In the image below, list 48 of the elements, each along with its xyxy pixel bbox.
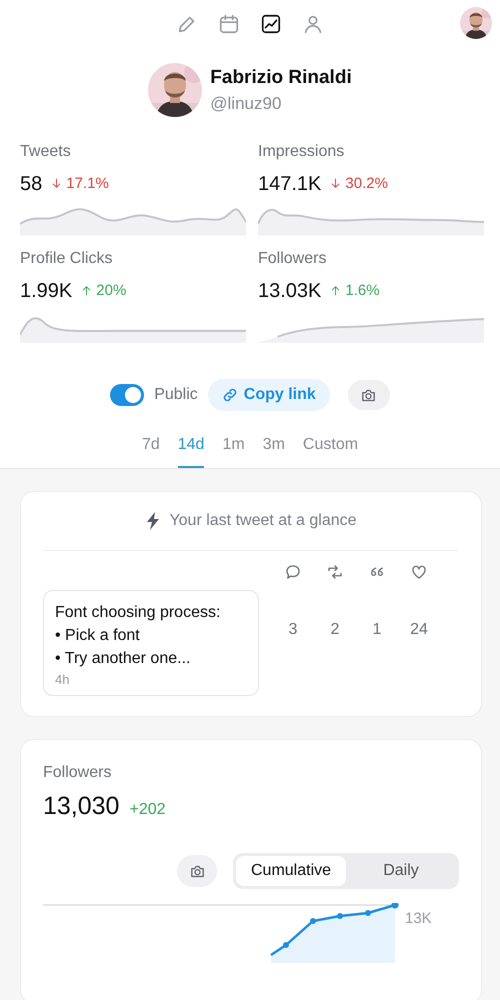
followers-change: +202 bbox=[129, 801, 166, 819]
tweet-text: • Try another one... bbox=[55, 649, 192, 669]
person-icon[interactable] bbox=[302, 13, 324, 35]
metric-change: 17.1% bbox=[66, 175, 109, 192]
retweet-icon bbox=[326, 563, 344, 581]
copy-link-button[interactable]: Copy link bbox=[208, 379, 330, 411]
chart-icon[interactable] bbox=[260, 13, 282, 35]
card-title: Followers bbox=[43, 764, 112, 782]
metric-label: Profile Clicks bbox=[20, 250, 114, 268]
heart-icon bbox=[410, 563, 428, 581]
profile-name: Fabrizio Rinaldi bbox=[210, 66, 352, 88]
metric-value: 1.99K bbox=[20, 280, 72, 303]
toggle-switch[interactable] bbox=[110, 384, 144, 406]
metric-value: 58 bbox=[20, 173, 42, 196]
segment-tab[interactable]: Cumulative bbox=[236, 856, 346, 886]
metric-label: Impressions bbox=[258, 143, 346, 161]
range-tab[interactable]: 14d bbox=[178, 436, 204, 468]
stat-count: 2 bbox=[330, 621, 340, 639]
tweet-text: • Pick a font bbox=[55, 626, 141, 646]
metric-change: 20% bbox=[96, 282, 126, 299]
lightning-icon bbox=[145, 512, 162, 530]
calendar-icon[interactable] bbox=[218, 13, 240, 35]
range-tab[interactable]: Custom bbox=[302, 436, 358, 468]
camera-button[interactable] bbox=[177, 855, 217, 887]
stat-count: 1 bbox=[372, 621, 382, 639]
stat-count: 3 bbox=[288, 621, 298, 639]
metric-label: Followers bbox=[258, 250, 328, 268]
stat-count: 24 bbox=[410, 621, 428, 639]
metric-change: 1.6% bbox=[345, 282, 380, 299]
range-tab[interactable]: 3m bbox=[262, 436, 285, 468]
segment-tab[interactable]: Daily bbox=[346, 856, 456, 886]
card-title: Your last tweet at a glance bbox=[169, 512, 357, 530]
camera-button[interactable] bbox=[348, 380, 390, 410]
link-icon bbox=[222, 387, 238, 403]
range-tab[interactable]: 1m bbox=[222, 436, 245, 468]
axis-label: 13K bbox=[405, 910, 432, 927]
reply-icon bbox=[284, 563, 302, 581]
followers-count: 13,030 bbox=[43, 792, 120, 821]
profile-handle: @linuz90 bbox=[210, 94, 282, 114]
metric-value: 13.03K bbox=[258, 280, 322, 303]
metric-label: Tweets bbox=[20, 143, 72, 161]
tweet-preview[interactable]: Font choosing process: • Pick a font • Try another one... 4h bbox=[43, 590, 259, 696]
range-tab[interactable]: 7d bbox=[142, 436, 160, 468]
tweet-time: 4h bbox=[55, 672, 70, 687]
tweet-text: Font choosing process: bbox=[55, 603, 222, 623]
metric-change: 30.2% bbox=[345, 175, 388, 192]
metric-value: 147.1K bbox=[258, 173, 322, 196]
toggle-label: Public bbox=[154, 386, 198, 404]
